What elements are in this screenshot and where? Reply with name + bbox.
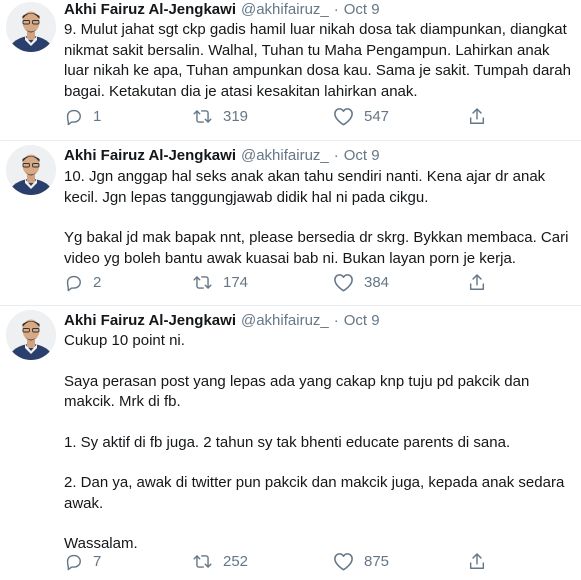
like-count: 875	[364, 552, 390, 570]
tweet[interactable]: Akhi Fairuz Al-Jengkawi @akhifairuz_ · Oct …	[0, 141, 581, 305]
share-icon	[468, 107, 486, 126]
tweet-text: 9. Mulut jahat sgt ckp gadis hamil luar …	[64, 20, 573, 102]
reply-count: 2	[93, 273, 102, 291]
tweet-text: 10. Jgn anggap hal seks anak akan tahu s…	[64, 167, 573, 269]
reply-button[interactable]: 1	[64, 106, 101, 126]
heart-icon	[333, 107, 354, 126]
heart-icon	[333, 273, 354, 292]
tweet-actions: 1 319 547	[64, 106, 544, 126]
tweet-date[interactable]: Oct 9	[344, 147, 380, 164]
tweet[interactable]: Akhi Fairuz Al-Jengkawi @akhifairuz_ · Oct …	[0, 0, 581, 140]
avatar-image	[6, 2, 56, 52]
author-handle[interactable]: @akhifairuz_	[241, 312, 329, 329]
retweet-button[interactable]: 319	[192, 106, 248, 126]
author-name[interactable]: Akhi Fairuz Al-Jengkawi	[64, 312, 236, 329]
like-count: 547	[364, 107, 390, 125]
retweet-count: 174	[223, 273, 249, 291]
tweet-paragraph: 2. Dan ya, awak di twitter pun pakcik da…	[64, 474, 569, 512]
author-handle[interactable]: @akhifairuz_	[241, 147, 329, 164]
share-button[interactable]	[468, 272, 486, 292]
retweet-icon	[192, 107, 213, 126]
author-handle[interactable]: @akhifairuz_	[241, 1, 329, 18]
share-icon	[468, 273, 486, 292]
share-button[interactable]	[468, 551, 486, 571]
tweet-paragraph: Saya perasan post yang lepas ada yang ca…	[64, 372, 534, 411]
tweet-header: Akhi Fairuz Al-Jengkawi @akhifairuz_ · Oct …	[64, 146, 575, 166]
tweet-header: Akhi Fairuz Al-Jengkawi @akhifairuz_ · Oct …	[64, 0, 575, 20]
retweet-count: 319	[223, 107, 249, 125]
avatar[interactable]	[6, 145, 56, 195]
separator: ·	[333, 1, 339, 18]
tweet-actions: 2 174 384	[64, 272, 544, 292]
reply-button[interactable]: 2	[64, 272, 101, 292]
separator: ·	[333, 312, 339, 329]
tweet-header: Akhi Fairuz Al-Jengkawi @akhifairuz_ · Oct …	[64, 311, 575, 331]
tweet-paragraph: 9. Mulut jahat sgt ckp gadis hamil luar …	[64, 21, 576, 100]
tweet-paragraph: Cukup 10 point ni.	[64, 332, 185, 349]
like-count: 384	[364, 273, 390, 291]
reply-count: 1	[93, 107, 102, 125]
avatar-image	[6, 310, 56, 360]
reply-icon	[64, 273, 83, 292]
avatar-image	[6, 145, 56, 195]
avatar[interactable]	[6, 2, 56, 52]
reply-icon	[64, 552, 83, 571]
like-button[interactable]: 875	[333, 551, 389, 571]
retweet-button[interactable]: 174	[192, 272, 248, 292]
retweet-icon	[192, 552, 213, 571]
author-name[interactable]: Akhi Fairuz Al-Jengkawi	[64, 1, 236, 18]
tweet-date[interactable]: Oct 9	[344, 1, 380, 18]
tweet-paragraph: 10. Jgn anggap hal seks anak akan tahu s…	[64, 168, 550, 206]
author-name[interactable]: Akhi Fairuz Al-Jengkawi	[64, 147, 236, 164]
tweet-paragraph: Yg bakal jd mak bapak nnt, please bersed…	[64, 229, 573, 267]
tweet-text: Cukup 10 point ni. Saya perasan post yan…	[64, 331, 573, 555]
retweet-button[interactable]: 252	[192, 551, 248, 571]
tweet[interactable]: Akhi Fairuz Al-Jengkawi @akhifairuz_ · Oct …	[0, 306, 581, 580]
tweet-paragraph: 1. Sy aktif di fb juga. 2 tahun sy tak b…	[64, 433, 511, 451]
tweet-actions: 7 252 875	[64, 551, 544, 571]
retweet-count: 252	[223, 552, 249, 570]
share-icon	[468, 552, 486, 571]
reply-button[interactable]: 7	[64, 551, 101, 571]
avatar[interactable]	[6, 310, 56, 360]
like-button[interactable]: 384	[333, 272, 389, 292]
reply-count: 7	[93, 552, 102, 570]
retweet-icon	[192, 273, 213, 292]
like-button[interactable]: 547	[333, 106, 389, 126]
tweet-date[interactable]: Oct 9	[344, 312, 380, 329]
heart-icon	[333, 552, 354, 571]
reply-icon	[64, 107, 83, 126]
share-button[interactable]	[468, 106, 486, 126]
separator: ·	[333, 147, 339, 164]
